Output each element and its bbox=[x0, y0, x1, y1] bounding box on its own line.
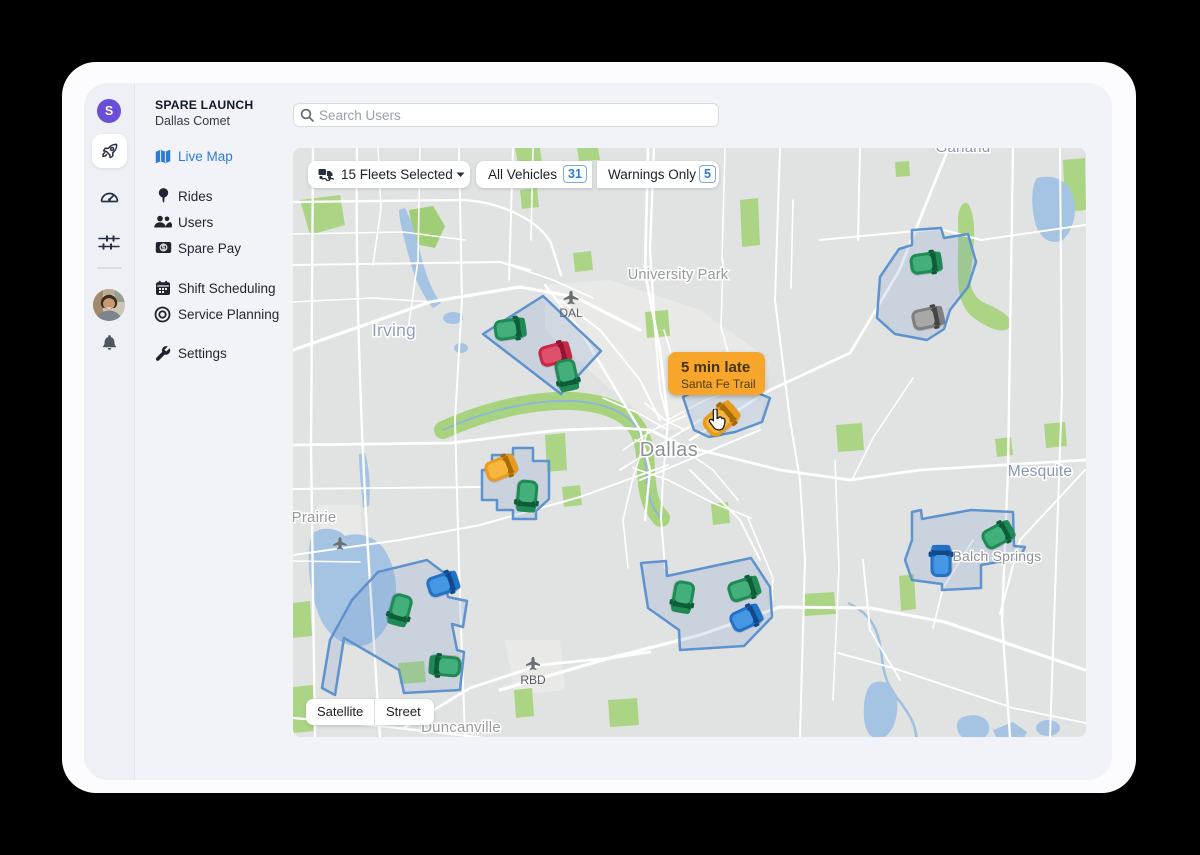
svg-text:Duncanville: Duncanville bbox=[421, 719, 501, 736]
svg-text:Prairie: Prairie bbox=[293, 509, 336, 526]
svg-text:Dallas: Dallas bbox=[640, 439, 699, 461]
svg-text:Balch Springs: Balch Springs bbox=[953, 548, 1042, 564]
svg-text:DAL: DAL bbox=[559, 306, 583, 320]
svg-text:Irving: Irving bbox=[372, 320, 416, 340]
svg-text:Mesquite: Mesquite bbox=[1008, 463, 1073, 480]
svg-text:Garland: Garland bbox=[936, 148, 991, 156]
svg-text:RBD: RBD bbox=[520, 673, 546, 687]
svg-text:University Park: University Park bbox=[628, 267, 729, 283]
